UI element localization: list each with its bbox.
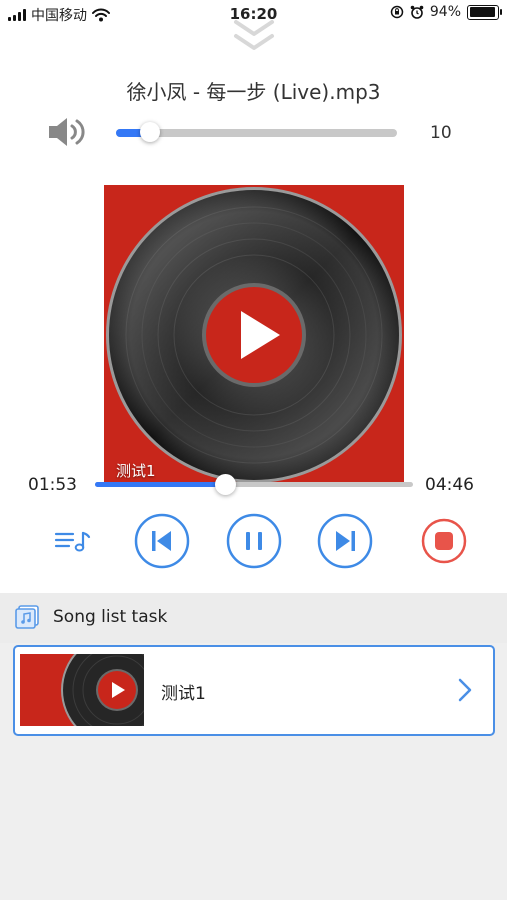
battery-icon xyxy=(467,4,502,20)
volume-thumb[interactable] xyxy=(139,122,160,142)
volume-value: 10 xyxy=(430,123,452,143)
vinyl-record-icon xyxy=(61,654,144,726)
chevron-right-icon xyxy=(458,678,472,702)
speaker-icon[interactable] xyxy=(46,115,90,149)
vinyl-record-icon xyxy=(106,187,402,483)
skip-next-icon xyxy=(317,513,373,569)
pause-icon xyxy=(226,513,282,569)
song-list-title: Song list task xyxy=(53,607,168,627)
playlist-icon xyxy=(54,531,91,552)
volume-slider[interactable] xyxy=(116,122,397,142)
track-title: 徐小凤 - 每一步 (Live).mp3 xyxy=(126,80,381,104)
stop-icon xyxy=(421,518,467,564)
stop-button[interactable] xyxy=(416,513,472,569)
progress-slider[interactable] xyxy=(95,474,413,495)
battery-percent: 94% xyxy=(429,4,461,20)
rotation-lock-icon xyxy=(390,5,404,19)
status-right: 94% xyxy=(390,4,502,20)
pause-button[interactable] xyxy=(226,513,282,569)
skip-previous-icon xyxy=(134,513,190,569)
progress-thumb[interactable] xyxy=(215,474,237,495)
battery-fill xyxy=(469,7,495,17)
current-time: 01:53 xyxy=(28,475,77,495)
progress-fill xyxy=(95,482,226,487)
list-item-label: 测试1 xyxy=(161,684,206,704)
list-item[interactable]: 测试1 xyxy=(13,645,495,736)
total-time: 04:46 xyxy=(425,475,474,495)
player-panel: 徐小凤 - 每一步 (Live).mp3 10 测试1 01:53 04:46 xyxy=(0,20,507,593)
album-cover[interactable]: 测试1 xyxy=(104,185,404,485)
music-note-icon xyxy=(15,605,39,629)
playlist-button[interactable] xyxy=(46,513,102,569)
alarm-icon xyxy=(410,5,424,19)
list-item-thumbnail xyxy=(20,654,144,726)
previous-button[interactable] xyxy=(134,513,190,569)
song-list-header: Song list task xyxy=(0,593,507,643)
double-chevron-down-icon[interactable] xyxy=(232,18,276,54)
cover-label: 测试1 xyxy=(116,462,156,480)
next-button[interactable] xyxy=(317,513,373,569)
